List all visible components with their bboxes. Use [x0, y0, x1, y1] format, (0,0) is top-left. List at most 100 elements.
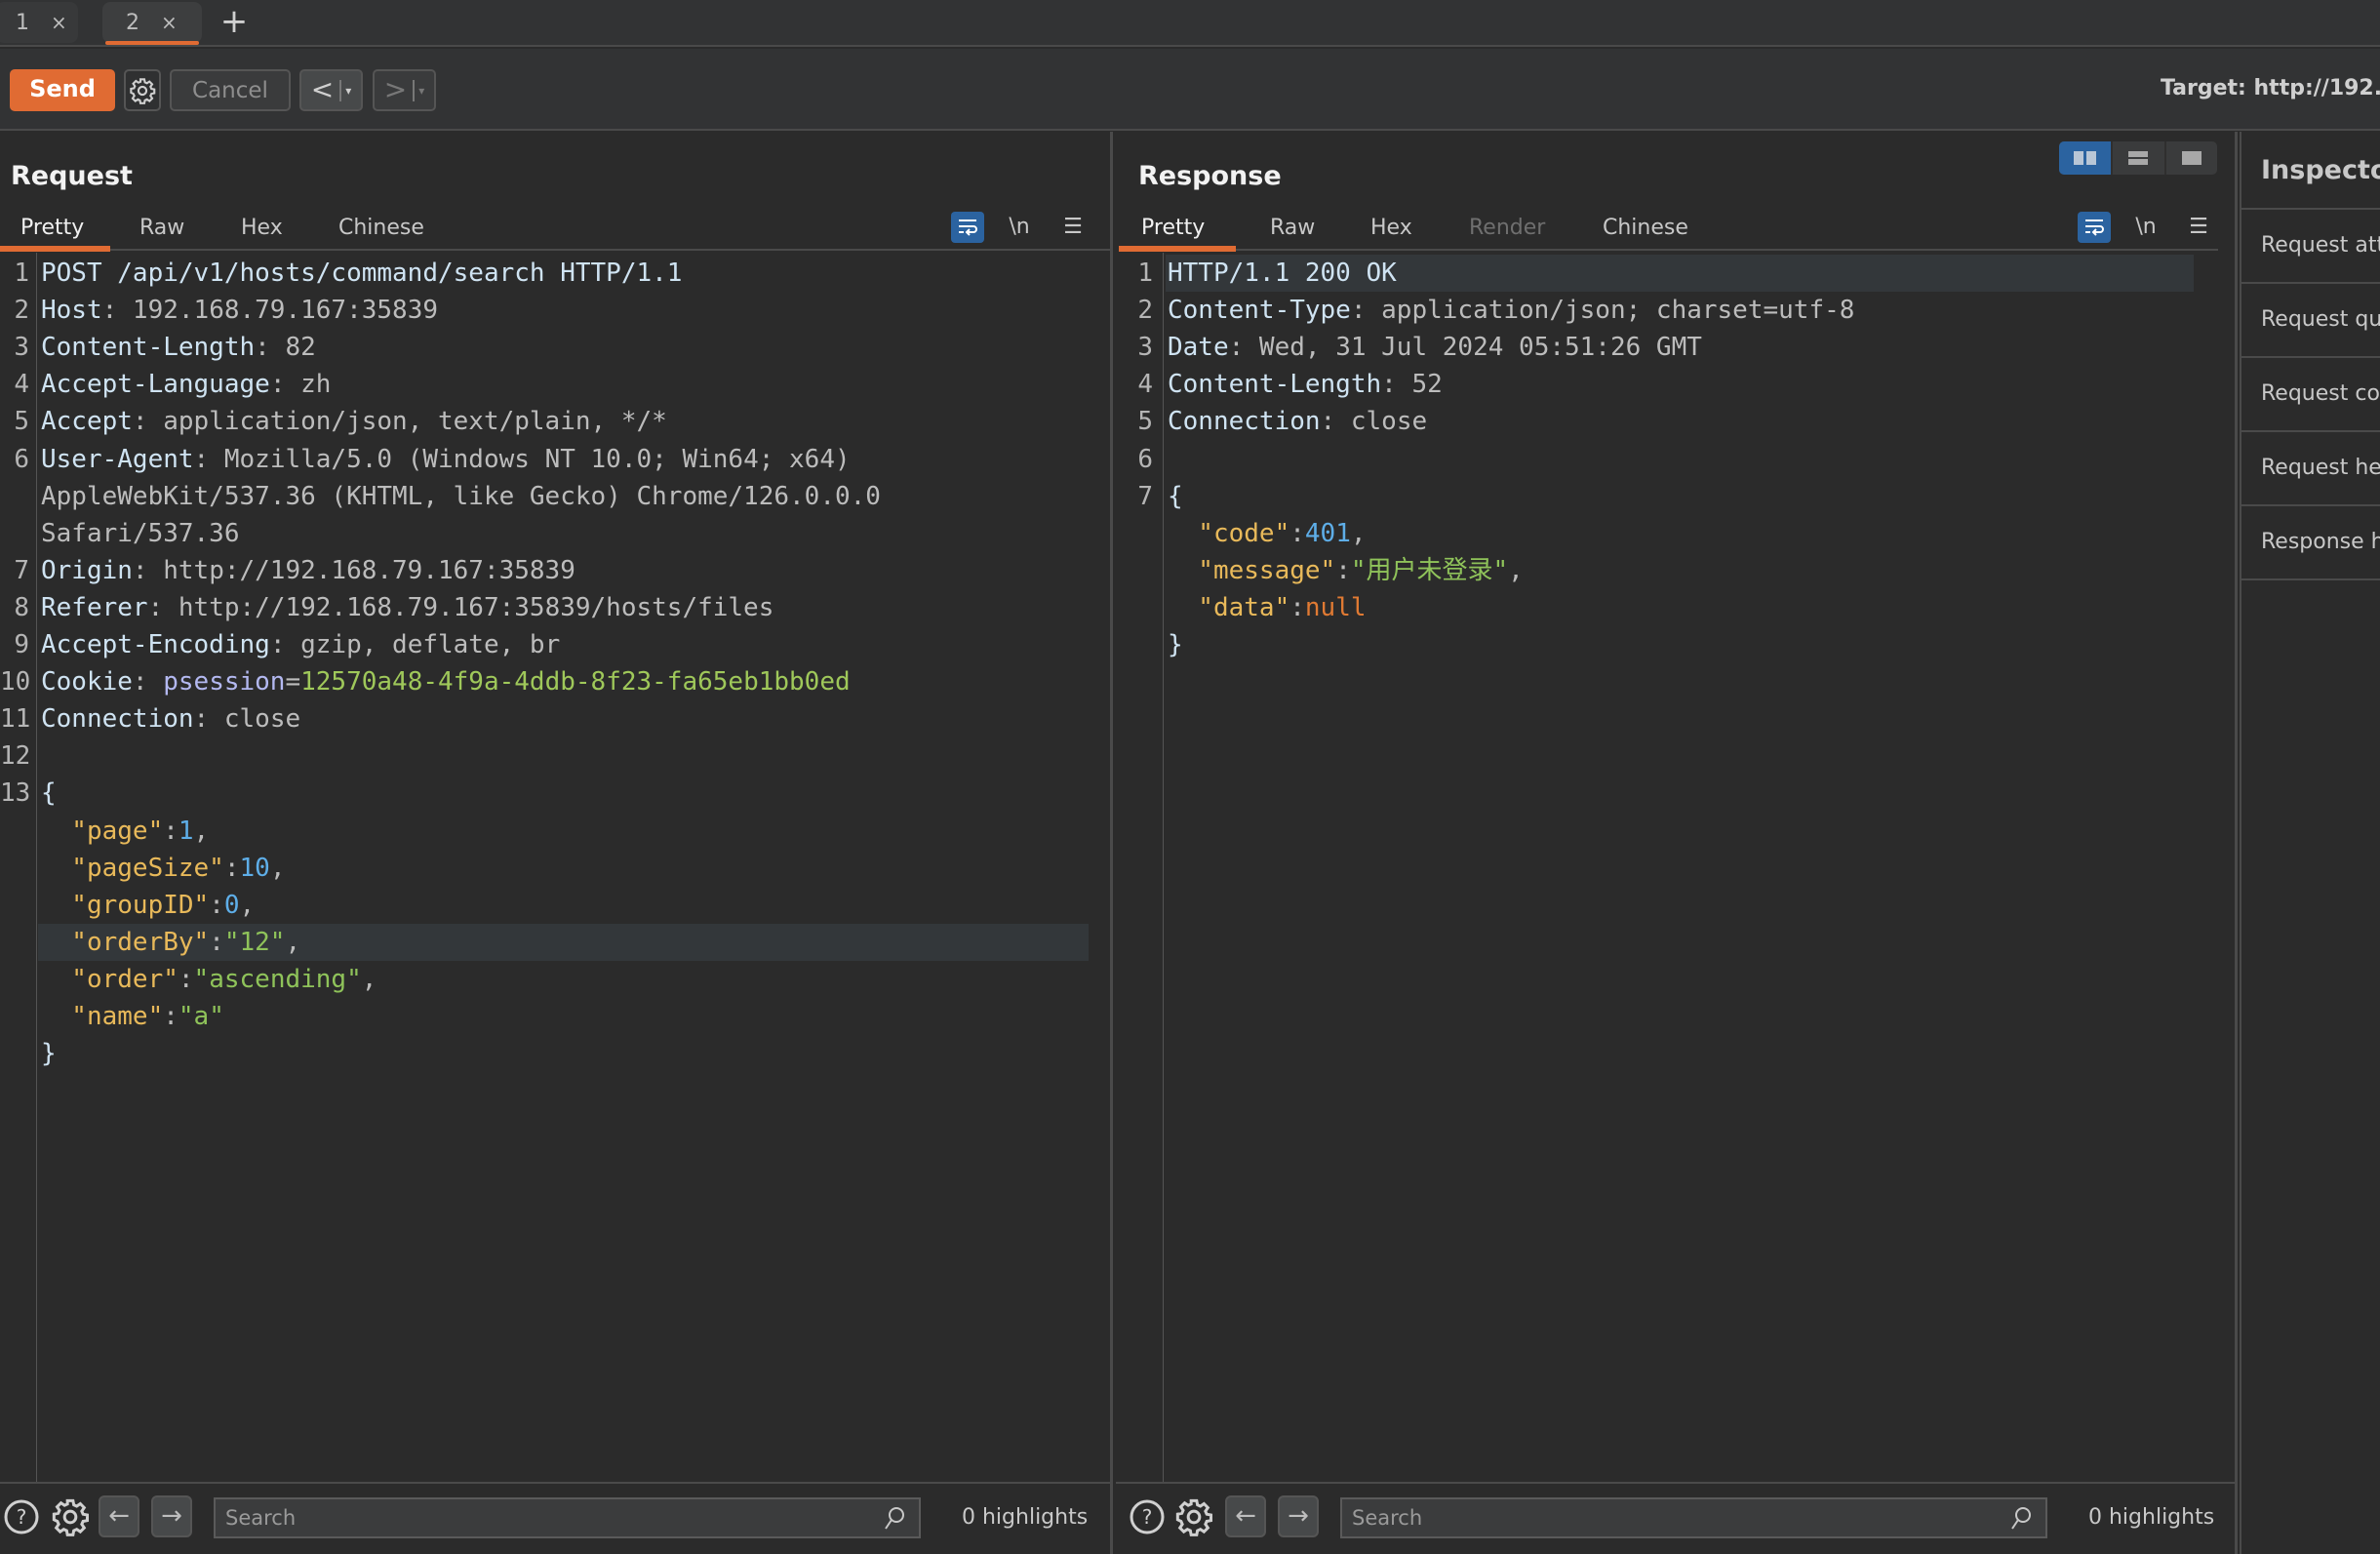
- token: : http://192.168.79.167:35839: [132, 555, 575, 585]
- dropdown-arrow-icon[interactable]: ▾: [418, 84, 424, 98]
- inspector-request-query-parameters[interactable]: Request query parameters: [2241, 284, 2380, 358]
- svg-text:?: ?: [1142, 1505, 1153, 1529]
- line-text: "page":1,: [41, 813, 209, 850]
- tab-render[interactable]: Render: [1469, 216, 1545, 240]
- next-match-button[interactable]: →: [1278, 1495, 1319, 1537]
- response-search-field[interactable]: [1340, 1497, 2047, 1538]
- cancel-button[interactable]: Cancel: [170, 69, 291, 111]
- code-line: 1 POST /api/v1/hosts/command/search HTTP/…: [0, 255, 1089, 292]
- line-text: {: [1168, 478, 1183, 515]
- close-icon[interactable]: ×: [161, 11, 178, 34]
- code-line: 5 Connection: close: [1116, 403, 2194, 440]
- help-icon[interactable]: ?: [1128, 1497, 1167, 1536]
- menu-icon[interactable]: ☰: [1056, 212, 1090, 243]
- help-icon[interactable]: ?: [2, 1497, 41, 1536]
- send-button[interactable]: Send: [10, 69, 115, 111]
- inspector-title: Inspector: [2241, 132, 2380, 210]
- menu-icon[interactable]: ☰: [2182, 212, 2215, 243]
- line-number: 13: [0, 778, 31, 809]
- token: Referer: [41, 592, 148, 622]
- show-newlines-toggle[interactable]: \n: [2129, 212, 2162, 243]
- inspector-response-headers[interactable]: Response headers: [2241, 506, 2380, 580]
- tab-raw[interactable]: Raw: [139, 216, 184, 240]
- add-tab-button[interactable]: +: [217, 2, 252, 43]
- tab-chinese[interactable]: Chinese: [1603, 216, 1688, 240]
- next-match-button[interactable]: →: [151, 1495, 192, 1537]
- tab-pretty[interactable]: Pretty: [20, 216, 84, 240]
- request-search-input[interactable]: [225, 1503, 823, 1533]
- send-settings-button[interactable]: [124, 69, 161, 111]
- code-line: 3 Content-Length: 82: [0, 329, 1089, 366]
- line-number: 11: [0, 704, 31, 735]
- token: ,: [239, 890, 256, 920]
- arrow-right-icon: →: [1288, 1501, 1309, 1531]
- tab-hex[interactable]: Hex: [241, 216, 283, 240]
- line-text: Connection: close: [1168, 403, 1427, 440]
- tab-hex[interactable]: Hex: [1370, 216, 1412, 240]
- repeater-tab-2[interactable]: 2 ×: [102, 2, 202, 45]
- token: 401: [1304, 518, 1351, 548]
- tab-chinese[interactable]: Chinese: [338, 216, 424, 240]
- line-text: User-Agent: Mozilla/5.0 (Windows NT 10.0…: [41, 441, 851, 478]
- previous-match-button[interactable]: ←: [99, 1495, 139, 1537]
- line-text: Connection: close: [41, 700, 300, 737]
- tab-pretty[interactable]: Pretty: [1141, 216, 1205, 240]
- token: : gzip, deflate, br: [269, 630, 561, 659]
- token: Accept-Language: [41, 370, 270, 400]
- token: Content-Length: [1168, 370, 1382, 400]
- search-icon[interactable]: [882, 1505, 907, 1533]
- word-wrap-icon: [2085, 219, 2104, 236]
- rows-icon: [2128, 151, 2148, 165]
- token: :: [209, 890, 224, 920]
- token: "name": [41, 1002, 164, 1031]
- request-search-field[interactable]: [214, 1497, 921, 1538]
- token: : zh: [269, 370, 332, 400]
- layout-stacked-button[interactable]: [2111, 141, 2162, 175]
- response-search-input[interactable]: [1352, 1503, 1950, 1533]
- request-editor[interactable]: 1 POST /api/v1/hosts/command/search HTTP/…: [0, 253, 1110, 1482]
- highlights-count: 0 highlights: [2088, 1505, 2215, 1530]
- response-panel: Response Pretty Raw Hex Render Chinese \…: [1116, 132, 2238, 1554]
- code-line: 9 Accept-Encoding: gzip, deflate, br: [0, 626, 1089, 663]
- gear-icon[interactable]: [51, 1497, 90, 1536]
- search-icon[interactable]: [2008, 1505, 2034, 1533]
- tab-raw[interactable]: Raw: [1270, 216, 1315, 240]
- response-editor[interactable]: 1 HTTP/1.1 200 OK 2 Content-Type: applicati…: [1116, 253, 2215, 1482]
- inspector-request-attributes[interactable]: Request attributes: [2241, 210, 2380, 284]
- token: :: [163, 816, 178, 846]
- gear-icon[interactable]: [1174, 1497, 1213, 1536]
- history-forward-button[interactable]: > ▾: [373, 69, 436, 111]
- code-line: "data":null: [1116, 589, 2194, 626]
- token: Connection: [41, 704, 194, 735]
- token: :: [209, 927, 224, 957]
- line-text: Content-Length: 52: [1168, 366, 1443, 403]
- token: : http://192.168.79.167:35839/hosts/file…: [147, 592, 774, 622]
- close-icon[interactable]: ×: [51, 11, 67, 34]
- word-wrap-toggle[interactable]: [951, 212, 984, 243]
- line-text: "pageSize":10,: [41, 850, 285, 887]
- code-line: 4 Accept-Language: zh: [0, 366, 1089, 403]
- inspector-request-headers[interactable]: Request headers: [2241, 432, 2380, 506]
- show-newlines-toggle[interactable]: \n: [1003, 212, 1036, 243]
- inspector-request-cookies[interactable]: Request cookies: [2241, 358, 2380, 432]
- token: "data": [1168, 592, 1290, 622]
- repeater-tab-1[interactable]: 1 ×: [0, 2, 78, 43]
- line-number: 5: [1137, 407, 1153, 437]
- line-text: Referer: http://192.168.79.167:35839/hos…: [41, 589, 774, 626]
- line-number: 12: [0, 741, 31, 772]
- history-back-button[interactable]: < ▾: [299, 69, 363, 111]
- target-label[interactable]: Target: http://192.168.79.167:35839: [2161, 76, 2380, 100]
- layout-single-button[interactable]: [2164, 141, 2216, 175]
- word-wrap-toggle[interactable]: [2078, 212, 2111, 243]
- line-text: Safari/537.36: [41, 515, 240, 552]
- line-number: 1: [14, 259, 29, 288]
- code-line: 5 Accept: application/json, text/plain, *…: [0, 403, 1089, 440]
- code-line: 10 Cookie: psession=12570a48-4f9a-4ddb-8f…: [0, 663, 1089, 700]
- layout-side-by-side-button[interactable]: [2059, 141, 2111, 175]
- line-text: Content-Type: application/json; charset=…: [1168, 292, 1854, 329]
- request-title: Request: [11, 161, 133, 191]
- token: "groupID": [41, 890, 210, 920]
- previous-match-button[interactable]: ←: [1225, 1495, 1266, 1537]
- line-text: "data":null: [1168, 589, 1366, 626]
- dropdown-arrow-icon[interactable]: ▾: [345, 84, 351, 98]
